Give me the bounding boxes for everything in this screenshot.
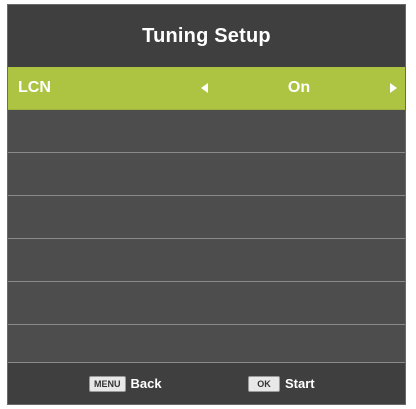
empty-row bbox=[8, 196, 405, 239]
empty-row bbox=[8, 239, 405, 282]
empty-row bbox=[8, 110, 405, 153]
menu-key-icon: MENU bbox=[89, 375, 126, 392]
empty-row bbox=[8, 153, 405, 196]
page-title: Tuning Setup bbox=[142, 24, 271, 47]
menu-item-value: On bbox=[287, 79, 311, 96]
start-label: Start bbox=[285, 376, 315, 391]
back-label: Back bbox=[130, 376, 162, 391]
left-arrow-icon[interactable] bbox=[201, 83, 208, 93]
menu-list: LCN On bbox=[8, 67, 405, 368]
ok-key-icon: OK bbox=[248, 375, 280, 392]
tuning-setup-panel: Tuning Setup LCN On MENU Back OK Start bbox=[7, 4, 406, 405]
footer-hints: MENU Back OK Start bbox=[8, 362, 405, 404]
menu-item-label: LCN bbox=[18, 79, 51, 96]
empty-row bbox=[8, 282, 405, 325]
title-bar: Tuning Setup bbox=[8, 5, 405, 67]
start-hint[interactable]: OK Start bbox=[248, 363, 315, 404]
menu-item-lcn[interactable]: LCN On bbox=[8, 67, 405, 110]
back-hint[interactable]: MENU Back bbox=[89, 363, 162, 404]
right-arrow-icon[interactable] bbox=[390, 83, 397, 93]
